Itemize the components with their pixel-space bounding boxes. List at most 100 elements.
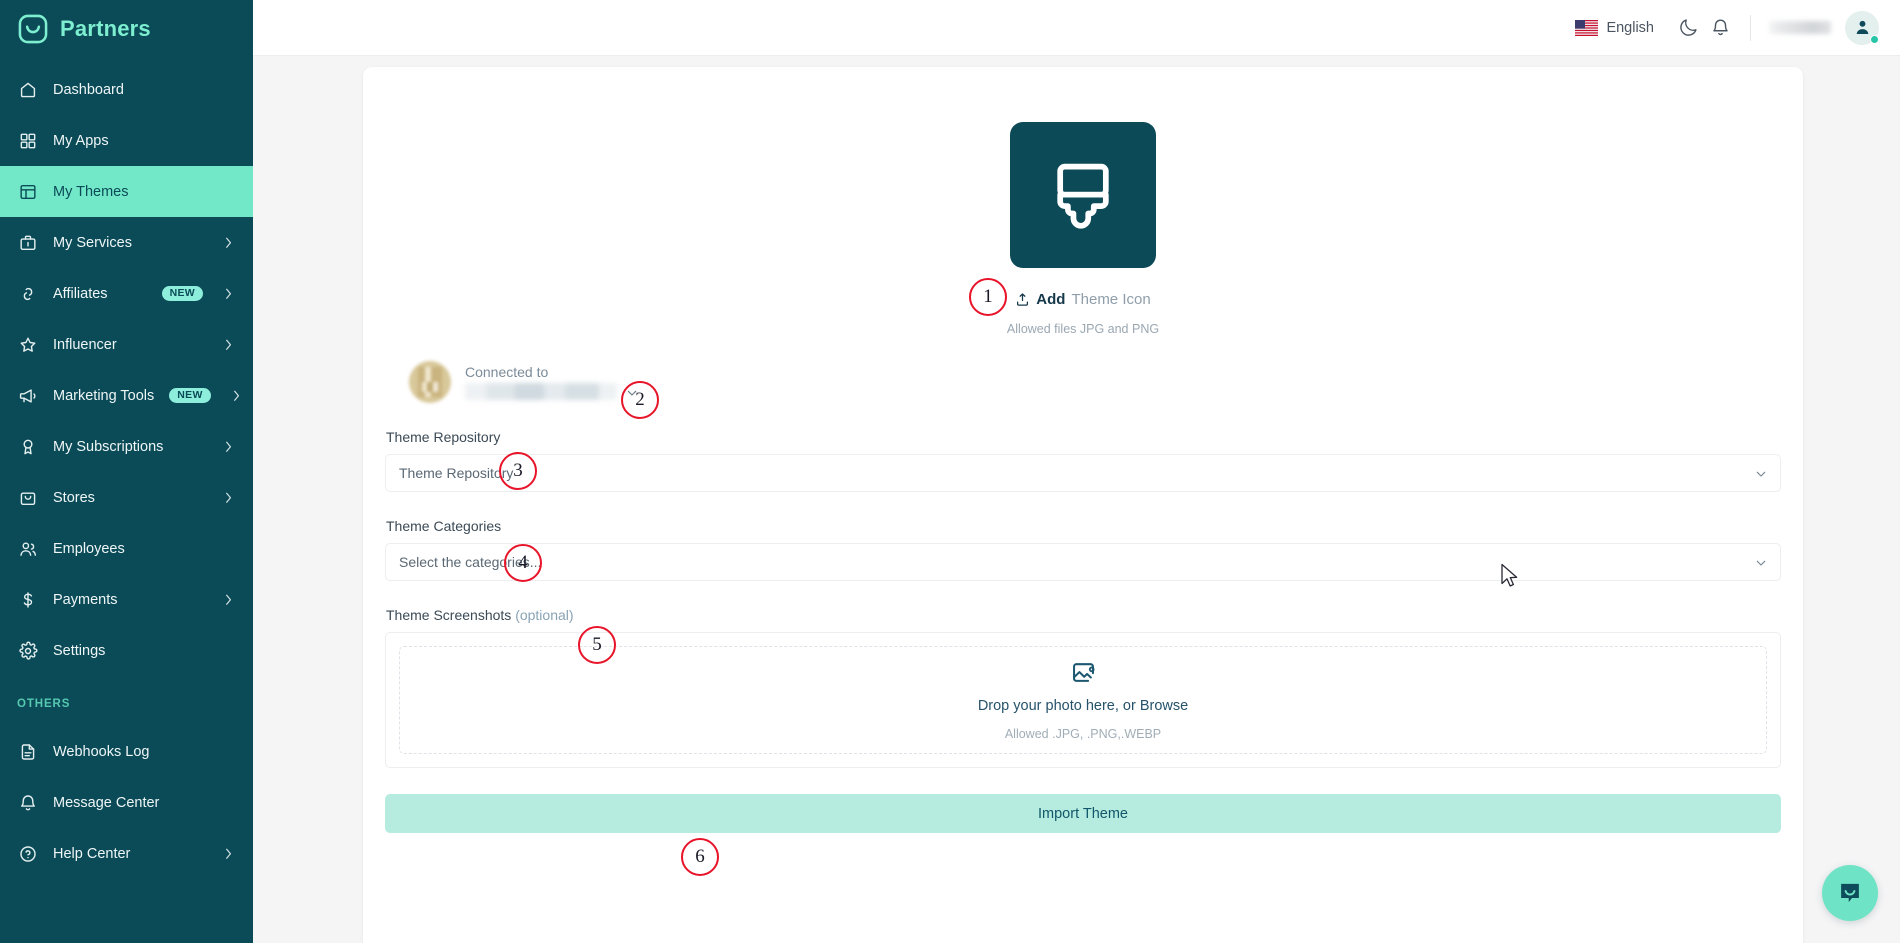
brand-name: Partners bbox=[60, 15, 151, 41]
annotation-marker-1: 1 bbox=[969, 278, 1007, 316]
sidebar-item-webhooks-log[interactable]: Webhooks Log bbox=[0, 726, 253, 777]
connected-store-value-redacted bbox=[465, 383, 617, 400]
annotation-marker-5: 5 bbox=[578, 626, 616, 664]
users-icon bbox=[17, 538, 38, 559]
sidebar-item-label: Influencer bbox=[53, 336, 117, 353]
moon-icon bbox=[1678, 17, 1699, 38]
chevron-down-icon bbox=[1755, 467, 1767, 479]
sidebar-item-label: Settings bbox=[53, 642, 106, 659]
sidebar-item-label: Dashboard bbox=[53, 81, 124, 98]
annotation-marker-6: 6 bbox=[681, 838, 719, 876]
sidebar-item-label: My Apps bbox=[53, 132, 109, 149]
image-upload-icon bbox=[1070, 659, 1097, 686]
chevron-right-icon bbox=[224, 236, 233, 250]
theme-repository-label: Theme Repository bbox=[386, 429, 501, 445]
sidebar-item-my-themes[interactable]: My Themes bbox=[0, 166, 253, 217]
language-label: English bbox=[1606, 19, 1654, 36]
add-theme-icon-button[interactable]: Add Theme Icon bbox=[1015, 291, 1151, 308]
chevron-right-icon bbox=[232, 389, 241, 403]
sidebar-nav: Dashboard My Apps My Themes My Services Affi… bbox=[0, 57, 253, 676]
annotation-marker-3: 3 bbox=[499, 452, 537, 490]
language-selector[interactable]: English bbox=[1575, 19, 1654, 36]
main-content: Add Theme Icon Allowed files JPG and PNG… bbox=[253, 56, 1900, 943]
theme-icon-preview[interactable] bbox=[1010, 122, 1156, 268]
sidebar: Partners Dashboard My Apps My Themes My Ser… bbox=[0, 0, 253, 943]
paint-brush-icon bbox=[1046, 158, 1120, 232]
connected-to-label: Connected to bbox=[465, 364, 549, 380]
connected-store-avatar bbox=[409, 361, 451, 403]
sidebar-item-label: My Themes bbox=[53, 183, 129, 200]
megaphone-icon bbox=[17, 385, 38, 406]
dark-mode-toggle[interactable] bbox=[1672, 12, 1704, 44]
dropzone-note: Allowed .JPG, .PNG,.WEBP bbox=[1004, 727, 1162, 741]
sidebar-item-label: Stores bbox=[53, 489, 95, 506]
bell-icon bbox=[1710, 17, 1731, 38]
sidebar-item-stores[interactable]: Stores bbox=[0, 472, 253, 523]
sidebar-item-help-center[interactable]: Help Center bbox=[0, 828, 253, 879]
sidebar-item-marketing-tools[interactable]: Marketing Tools NEW bbox=[0, 370, 253, 421]
grid-icon bbox=[17, 130, 38, 151]
sidebar-item-label: My Subscriptions bbox=[53, 438, 164, 455]
header-divider bbox=[1750, 14, 1751, 41]
sidebar-item-message-center[interactable]: Message Center bbox=[0, 777, 253, 828]
import-theme-button[interactable]: Import Theme bbox=[385, 794, 1781, 833]
upload-icon bbox=[1015, 292, 1030, 307]
theme-icon-allowed-note: Allowed files JPG and PNG bbox=[1006, 322, 1160, 336]
brand-logo-area[interactable]: Partners bbox=[0, 0, 253, 57]
sidebar-nav-others: Webhooks Log Message Center Help Center bbox=[0, 719, 253, 879]
top-header: English bbox=[253, 0, 1900, 56]
document-icon bbox=[17, 741, 38, 762]
chevron-right-icon bbox=[224, 593, 233, 607]
home-icon bbox=[17, 79, 38, 100]
chat-smile-logo-icon bbox=[17, 13, 49, 45]
mouse-cursor bbox=[1501, 563, 1518, 587]
gear-icon bbox=[17, 640, 38, 661]
briefcase-icon bbox=[17, 232, 38, 253]
question-icon bbox=[17, 843, 38, 864]
avatar[interactable] bbox=[1845, 10, 1879, 45]
sidebar-item-label: Webhooks Log bbox=[53, 743, 150, 760]
us-flag-icon bbox=[1575, 19, 1599, 36]
theme-categories-select[interactable]: Select the categories... bbox=[385, 543, 1781, 581]
dollar-icon bbox=[17, 589, 38, 610]
theme-icon-zone: Add Theme Icon Allowed files JPG and PNG bbox=[385, 67, 1781, 336]
sidebar-item-settings[interactable]: Settings bbox=[0, 625, 253, 676]
status-dot bbox=[1870, 34, 1879, 44]
theme-categories-label: Theme Categories bbox=[386, 518, 502, 534]
chevron-down-icon bbox=[1755, 556, 1767, 568]
sidebar-item-label: Help Center bbox=[53, 845, 131, 862]
bell-icon bbox=[17, 792, 38, 813]
theme-screenshots-label-text: Theme Screenshots bbox=[386, 607, 512, 623]
notifications-button[interactable] bbox=[1704, 12, 1736, 44]
add-label-rest: Theme Icon bbox=[1071, 291, 1151, 308]
chat-smile-icon bbox=[1836, 879, 1864, 907]
sidebar-item-influencer[interactable]: Influencer bbox=[0, 319, 253, 370]
sidebar-item-affiliates[interactable]: Affiliates NEW bbox=[0, 268, 253, 319]
new-badge: NEW bbox=[161, 285, 203, 302]
theme-repository-select[interactable]: Theme Repository bbox=[385, 454, 1781, 492]
sidebar-item-payments[interactable]: Payments bbox=[0, 574, 253, 625]
sidebar-item-label: Message Center bbox=[53, 794, 160, 811]
chevron-right-icon bbox=[224, 338, 233, 352]
shop-bag-icon bbox=[17, 487, 38, 508]
chevron-right-icon bbox=[224, 491, 233, 505]
star-icon bbox=[17, 334, 38, 355]
sidebar-item-my-services[interactable]: My Services bbox=[0, 217, 253, 268]
dropzone-text: Drop your photo here, or Browse bbox=[977, 698, 1189, 714]
sidebar-item-employees[interactable]: Employees bbox=[0, 523, 253, 574]
sidebar-item-label: Affiliates bbox=[53, 285, 108, 302]
sidebar-item-my-apps[interactable]: My Apps bbox=[0, 115, 253, 166]
connected-store-selector[interactable] bbox=[465, 383, 638, 400]
sidebar-item-dashboard[interactable]: Dashboard bbox=[0, 64, 253, 115]
annotation-marker-4: 4 bbox=[504, 544, 542, 582]
chevron-right-icon bbox=[224, 440, 233, 454]
link-icon bbox=[17, 283, 38, 304]
chevron-right-icon bbox=[224, 847, 233, 861]
sidebar-item-label: Payments bbox=[53, 591, 118, 608]
award-icon bbox=[17, 436, 38, 457]
sidebar-item-my-subscriptions[interactable]: My Subscriptions bbox=[0, 421, 253, 472]
layout-icon bbox=[17, 181, 38, 202]
chat-widget-button[interactable] bbox=[1822, 865, 1878, 921]
theme-screenshots-label: Theme Screenshots (optional) bbox=[385, 607, 1781, 623]
username-redacted bbox=[1769, 21, 1831, 34]
